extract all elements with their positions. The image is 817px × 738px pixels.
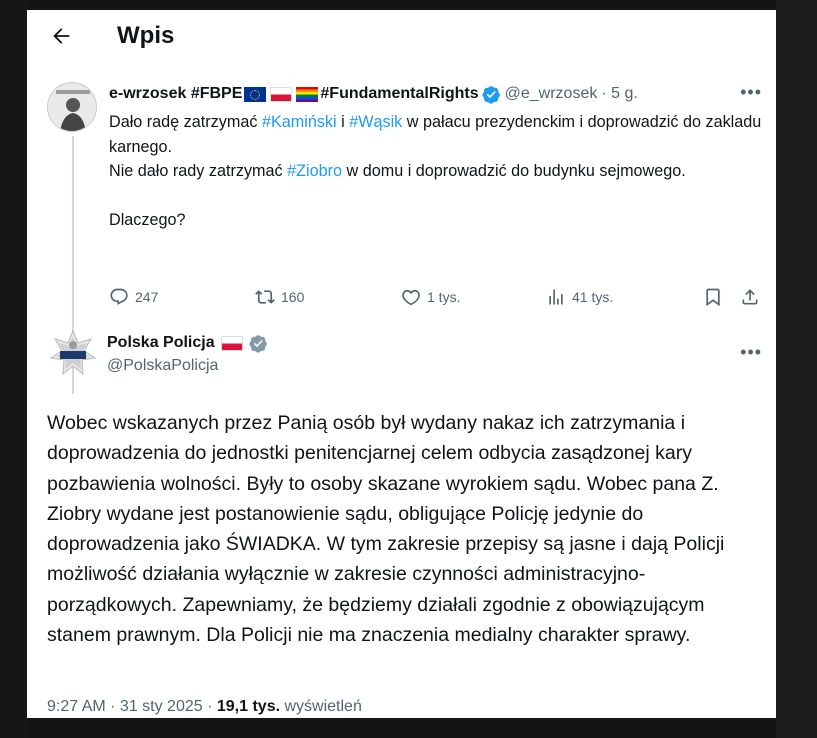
author-row: Polska Policja xyxy=(107,332,268,354)
like-count: 1 tys. xyxy=(427,289,461,305)
page-title: Wpis xyxy=(117,22,175,49)
background-panel-left xyxy=(0,0,27,738)
back-button[interactable] xyxy=(47,22,75,50)
tweet-text: Wobec wskazanych przez Panią osób był wy… xyxy=(47,412,725,647)
views-label: wyświetleń xyxy=(280,698,362,715)
tweet-actions: 247 160 1 tys. 41 tys. xyxy=(109,287,762,313)
text-segment: Dlaczego? xyxy=(109,211,186,229)
views-icon xyxy=(549,289,563,305)
verified-badge-icon xyxy=(482,85,501,104)
views-count: 41 tys. xyxy=(572,289,614,305)
more-icon[interactable]: ••• xyxy=(740,82,762,103)
like-icon xyxy=(402,289,420,306)
retweet-count: 160 xyxy=(281,289,305,305)
retweet-button[interactable]: 160 xyxy=(255,287,304,307)
avatar[interactable] xyxy=(47,82,97,132)
tweet-time[interactable]: · 5 g. xyxy=(601,85,637,103)
reply-count: 247 xyxy=(135,289,159,305)
poland-flag-icon xyxy=(270,86,293,102)
background-panel-right xyxy=(776,0,817,738)
tweet-author-row: e-wrzosek #FBPE #FundamentalRights @e_wr… xyxy=(109,82,762,106)
author-name-suffix: #FundamentalRights xyxy=(320,85,479,102)
reply-icon xyxy=(110,288,128,305)
hashtag-link[interactable]: #Wąsik xyxy=(349,113,402,131)
avatar[interactable] xyxy=(47,328,99,380)
rainbow-flag-icon xyxy=(296,86,319,102)
bookmark-button[interactable] xyxy=(703,287,723,307)
author-name[interactable]: Polska Policja xyxy=(107,334,215,352)
tweet-timestamp[interactable]: 9:27 AM · 31 sty 2025 · xyxy=(47,698,217,715)
author-name[interactable]: e-wrzosek #FBPE xyxy=(109,85,242,103)
text-segment: Nie dało rady zatrzymać xyxy=(109,162,288,180)
text-segment: Dało radę zatrzymać xyxy=(109,113,262,131)
tweet-text: Dało radę zatrzymać #Kamiński i #Wąsik w… xyxy=(109,110,762,233)
police-star-icon xyxy=(49,329,97,376)
post-card: Wpis e-wrzosek #FBPE #FundamentalRights xyxy=(27,10,776,718)
reply-button[interactable]: 247 xyxy=(109,287,158,307)
poland-flag-icon xyxy=(220,335,243,351)
share-icon xyxy=(742,289,758,305)
author-handle[interactable]: @PolskaPolicja xyxy=(107,357,268,375)
hashtag-link[interactable]: #Kamiński xyxy=(262,113,337,131)
author-handle[interactable]: @e_wrzosek xyxy=(505,85,598,103)
more-icon[interactable]: ••• xyxy=(740,342,762,363)
bookmark-icon xyxy=(706,288,720,307)
retweet-icon xyxy=(255,290,275,304)
text-segment: i xyxy=(336,113,350,131)
share-button[interactable] xyxy=(740,287,760,307)
post-header: Wpis xyxy=(27,10,776,62)
tweet-meta: 9:27 AM · 31 sty 2025 · 19,1 tys. wyświe… xyxy=(47,698,362,716)
avatar-photo-icon xyxy=(48,83,96,131)
views-count: 19,1 tys. xyxy=(216,698,281,715)
verified-badge-icon xyxy=(249,334,268,353)
like-button[interactable]: 1 tys. xyxy=(401,287,460,307)
back-arrow-icon xyxy=(53,28,70,44)
text-segment: w domu i doprowadzić do budynku sejmoweg… xyxy=(342,162,686,180)
views-button[interactable]: 41 tys. xyxy=(546,287,613,307)
eu-flag-icon xyxy=(244,86,267,102)
hashtag-link[interactable]: #Ziobro xyxy=(287,162,342,180)
